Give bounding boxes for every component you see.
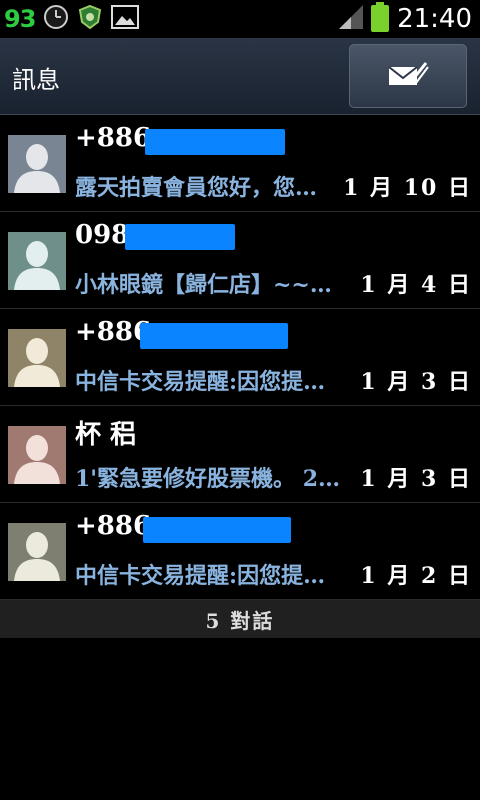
- signal-icon: [337, 3, 365, 35]
- message-date: 1 月 4 日: [360, 272, 472, 298]
- message-preview: 中信卡交易提醒:因您提…: [75, 369, 326, 395]
- conversation-count: 5 對話: [0, 600, 480, 638]
- status-bar: 93 21:40: [0, 0, 480, 38]
- app-header: 訊息: [0, 38, 480, 115]
- redaction-bar: [143, 517, 291, 543]
- message-preview: 露天拍賣會員您好，您…: [75, 175, 318, 201]
- contact-avatar-icon[interactable]: [8, 329, 66, 387]
- compose-message-icon: [386, 59, 430, 93]
- battery-percent: 93: [4, 5, 36, 33]
- battery-icon: [371, 2, 390, 36]
- compose-button[interactable]: [349, 44, 467, 108]
- contact-avatar-icon[interactable]: [8, 523, 66, 581]
- conversation-row[interactable]: +886 中信卡交易提醒:因您提… 1 月 3 日: [0, 309, 480, 406]
- contact-name: 杯 稆: [75, 420, 137, 450]
- message-preview: 1'緊急要修好股票機。 2…: [75, 466, 341, 492]
- page-title: 訊息: [12, 66, 60, 94]
- contact-avatar-icon[interactable]: [8, 232, 66, 290]
- contact-name: 098: [75, 220, 130, 250]
- contact-name: +886: [75, 123, 152, 153]
- conversation-row[interactable]: +886 中信卡交易提醒:因您提… 1 月 2 日: [0, 503, 480, 600]
- clock-icon: [43, 4, 69, 34]
- conversation-row[interactable]: 098 小林眼鏡【歸仁店】~~… 1 月 4 日: [0, 212, 480, 309]
- shield-icon: [77, 4, 103, 34]
- conversation-row[interactable]: 杯 稆 1'緊急要修好股票機。 2… 1 月 3 日: [0, 406, 480, 503]
- message-date: 1 月 3 日: [360, 369, 472, 395]
- redaction-bar: [140, 323, 288, 349]
- message-date: 1 月 10 日: [343, 175, 472, 201]
- redaction-bar: [145, 129, 285, 155]
- conversation-list: +886 露天拍賣會員您好，您… 1 月 10 日 098 小林眼鏡【歸仁店】~…: [0, 115, 480, 600]
- contact-name: +886: [75, 511, 152, 541]
- message-preview: 中信卡交易提醒:因您提…: [75, 563, 326, 589]
- image-icon: [111, 5, 140, 33]
- conversation-row[interactable]: +886 露天拍賣會員您好，您… 1 月 10 日: [0, 115, 480, 212]
- conversation-count-label: 5 對話: [205, 608, 275, 633]
- clock-time: 21:40: [397, 4, 472, 34]
- message-preview: 小林眼鏡【歸仁店】~~…: [75, 272, 332, 298]
- contact-avatar-icon[interactable]: [8, 135, 66, 193]
- redaction-bar: [125, 224, 235, 250]
- message-date: 1 月 2 日: [360, 563, 472, 589]
- message-date: 1 月 3 日: [360, 466, 472, 492]
- contact-avatar-icon[interactable]: [8, 426, 66, 484]
